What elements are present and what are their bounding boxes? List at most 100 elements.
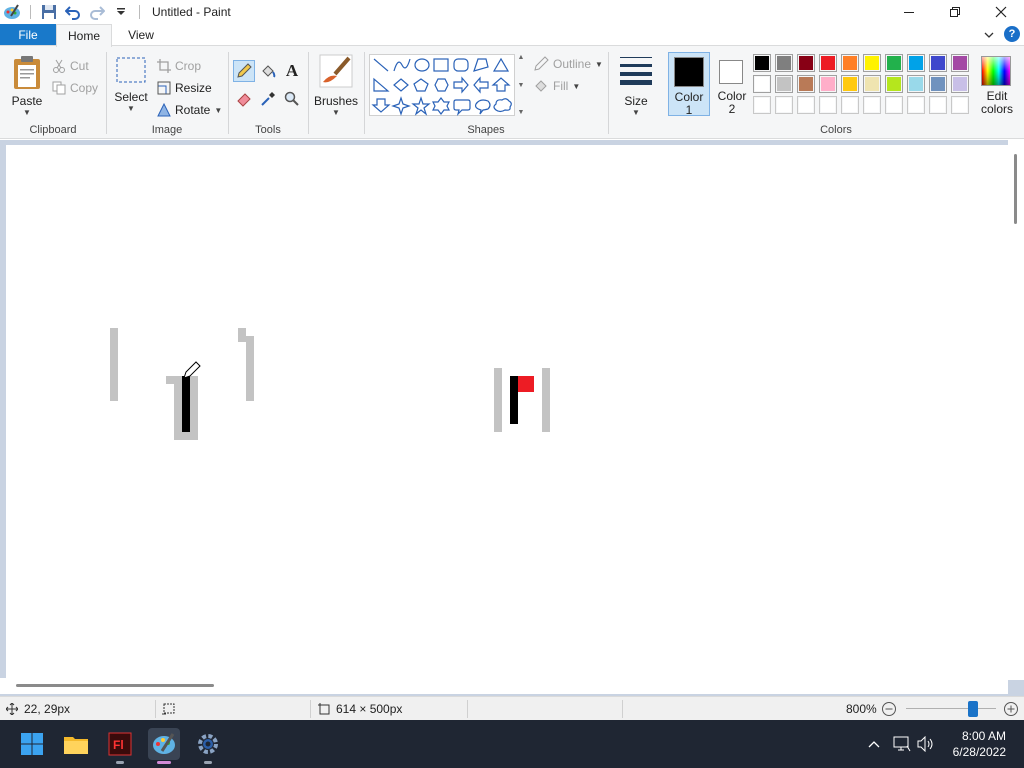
palette-swatch[interactable] bbox=[841, 75, 859, 93]
fill-tool[interactable] bbox=[257, 60, 279, 82]
zoom-slider-thumb[interactable] bbox=[968, 701, 978, 717]
color2-label-number: 2 bbox=[728, 102, 736, 116]
palette-swatch[interactable] bbox=[885, 96, 903, 114]
gallery-expand-icon[interactable]: ▼ bbox=[518, 109, 525, 116]
undo-icon[interactable] bbox=[63, 2, 83, 22]
pencil-tool[interactable] bbox=[233, 60, 255, 82]
palette-swatch[interactable] bbox=[951, 54, 969, 72]
copy-button[interactable]: Copy bbox=[52, 78, 98, 98]
start-button[interactable] bbox=[16, 728, 48, 760]
group-separator bbox=[608, 52, 609, 134]
eraser-tool[interactable] bbox=[233, 88, 255, 110]
color2-button[interactable]: Color 2 bbox=[712, 52, 752, 116]
rotate-button[interactable]: Rotate ▼ bbox=[157, 100, 222, 120]
crop-label: Crop bbox=[175, 59, 202, 73]
text-tool[interactable]: A bbox=[281, 60, 303, 82]
vertical-scrollbar[interactable] bbox=[1008, 140, 1024, 680]
palette-swatch[interactable] bbox=[753, 54, 771, 72]
close-button[interactable] bbox=[978, 0, 1024, 24]
cursor-position-text: 22, 29px bbox=[24, 702, 71, 716]
cut-button[interactable]: Cut bbox=[52, 56, 89, 76]
palette-swatch[interactable] bbox=[885, 54, 903, 72]
palette-swatch[interactable] bbox=[819, 75, 837, 93]
palette-swatch[interactable] bbox=[753, 96, 771, 114]
settings-taskbar-button[interactable] bbox=[192, 728, 224, 764]
fill-button[interactable]: Fill ▼ bbox=[533, 76, 580, 96]
palette-swatch[interactable] bbox=[753, 75, 771, 93]
magnifier-tool[interactable] bbox=[281, 88, 303, 110]
chevron-down-icon[interactable] bbox=[982, 28, 996, 42]
size-button[interactable]: Size ▼ bbox=[616, 54, 656, 117]
maximize-button[interactable] bbox=[932, 0, 978, 24]
vertical-scroll-thumb[interactable] bbox=[1014, 154, 1017, 224]
palette-swatch[interactable] bbox=[797, 54, 815, 72]
palette-swatch[interactable] bbox=[929, 96, 947, 114]
color-picker-tool[interactable] bbox=[257, 88, 279, 110]
palette-swatch[interactable] bbox=[907, 96, 925, 114]
horizontal-scroll-thumb[interactable] bbox=[16, 684, 214, 687]
file-explorer-taskbar-button[interactable] bbox=[60, 728, 92, 760]
zoom-out-button[interactable] bbox=[881, 697, 897, 721]
shapes-gallery-scroll[interactable]: ▲ ▼ ▼ bbox=[515, 54, 527, 116]
resize-button[interactable]: Resize bbox=[157, 78, 212, 98]
tab-view[interactable]: View bbox=[116, 24, 166, 46]
palette-swatch[interactable] bbox=[929, 75, 947, 93]
customize-quick-access-icon[interactable] bbox=[111, 2, 131, 22]
help-button[interactable]: ? bbox=[1004, 26, 1020, 42]
drawing-canvas[interactable] bbox=[6, 145, 1008, 678]
paint-bucket-icon bbox=[262, 65, 276, 78]
paint-app-icon[interactable] bbox=[2, 2, 22, 22]
palette-swatch[interactable] bbox=[907, 54, 925, 72]
palette-swatch[interactable] bbox=[929, 54, 947, 72]
outline-button[interactable]: Outline ▼ bbox=[533, 54, 603, 74]
six-point-star-shape bbox=[432, 97, 450, 115]
workspace bbox=[0, 140, 1024, 696]
zoom-in-button[interactable] bbox=[1003, 697, 1019, 721]
color2-swatch bbox=[719, 60, 743, 84]
palette-swatch[interactable] bbox=[863, 96, 881, 114]
palette-swatch[interactable] bbox=[951, 75, 969, 93]
palette-swatch[interactable] bbox=[819, 96, 837, 114]
volume-tray-button[interactable] bbox=[916, 734, 936, 754]
zoom-slider[interactable] bbox=[906, 697, 996, 721]
palette-swatch[interactable] bbox=[797, 96, 815, 114]
palette-swatch[interactable] bbox=[885, 75, 903, 93]
paint-taskbar-button[interactable] bbox=[148, 728, 180, 764]
palette-swatch[interactable] bbox=[819, 54, 837, 72]
network-tray-button[interactable] bbox=[892, 734, 912, 754]
chevron-down-icon[interactable]: ▼ bbox=[518, 82, 525, 89]
cut-label: Cut bbox=[70, 59, 89, 73]
palette-swatch[interactable] bbox=[863, 75, 881, 93]
crop-button[interactable]: Crop bbox=[157, 56, 201, 76]
chevron-up-icon[interactable]: ▲ bbox=[518, 54, 525, 61]
tab-file[interactable]: File bbox=[0, 24, 56, 46]
curve-shape bbox=[393, 58, 411, 72]
save-icon[interactable] bbox=[39, 2, 59, 22]
clipboard-group: Paste ▼ Cut Copy Clipboard bbox=[0, 48, 106, 138]
copy-label: Copy bbox=[70, 81, 99, 95]
edit-colors-button[interactable]: Edit colors bbox=[974, 54, 1020, 118]
palette-swatch[interactable] bbox=[775, 96, 793, 114]
minimize-button[interactable] bbox=[886, 0, 932, 24]
flash-taskbar-button[interactable]: Fl bbox=[104, 728, 136, 764]
show-hidden-icons-button[interactable] bbox=[864, 734, 884, 754]
brushes-button[interactable]: Brushes ▼ bbox=[313, 54, 359, 117]
palette-swatch[interactable] bbox=[775, 75, 793, 93]
color1-button[interactable]: Color 1 bbox=[668, 52, 710, 117]
horizontal-scrollbar[interactable] bbox=[0, 678, 1008, 694]
palette-swatch[interactable] bbox=[907, 75, 925, 93]
brush-icon bbox=[319, 54, 353, 88]
palette-swatch[interactable] bbox=[775, 54, 793, 72]
paste-button[interactable]: Paste ▼ bbox=[6, 54, 48, 117]
palette-swatch[interactable] bbox=[841, 54, 859, 72]
system-clock[interactable]: 8:00 AM 6/28/2022 bbox=[953, 728, 1006, 760]
diamond-shape bbox=[393, 78, 409, 92]
palette-swatch-color bbox=[953, 77, 967, 91]
redo-icon[interactable] bbox=[87, 2, 107, 22]
palette-swatch[interactable] bbox=[951, 96, 969, 114]
palette-swatch[interactable] bbox=[797, 75, 815, 93]
palette-swatch[interactable] bbox=[863, 54, 881, 72]
select-button[interactable]: Select ▼ bbox=[113, 56, 149, 113]
tab-home[interactable]: Home bbox=[56, 24, 112, 47]
palette-swatch[interactable] bbox=[841, 96, 859, 114]
